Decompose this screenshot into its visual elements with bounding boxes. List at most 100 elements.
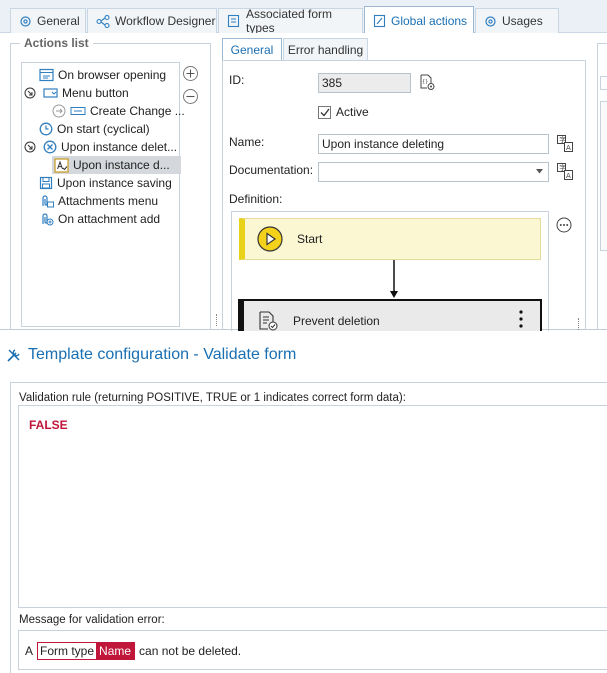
properties-field-edge: [600, 76, 607, 90]
properties-list-edge: [600, 101, 607, 251]
tree-item-attachments-menu[interactable]: Attachments menu: [39, 192, 158, 210]
tree-item-upon-instance-saving[interactable]: Upon instance saving: [39, 174, 172, 192]
connector-arrow: [390, 260, 398, 300]
tree-item-label: Upon instance saving: [57, 176, 172, 190]
gear-icon: [19, 15, 32, 28]
save-icon: [39, 176, 53, 190]
actions-tree: On browser opening Menu button Create Ch…: [21, 62, 185, 327]
tree-item-label: Attachments menu: [58, 194, 159, 208]
start-node-label: Start: [297, 232, 323, 246]
validate-form-icon: [54, 157, 69, 173]
tree-item-label: Upon instance d...: [73, 158, 170, 172]
tools-icon: [6, 347, 22, 363]
plus-icon: [186, 69, 195, 78]
validation-rule-label: Validation rule (returning POSITIVE, TRU…: [19, 392, 406, 404]
action-general-form: ID: 385 {} Active Name: Upon instance de…: [222, 60, 586, 331]
template-config-title: Template configuration - Validate form: [28, 346, 297, 363]
translate-name-icon[interactable]: 字A: [557, 135, 573, 152]
translate-documentation-icon[interactable]: 字A: [557, 163, 573, 180]
delete-circle-icon: [43, 140, 57, 154]
message-prefix: A: [25, 644, 34, 658]
arrow-circle-icon: [52, 104, 66, 118]
tab-workflow-designer-label: Workflow Designer: [115, 14, 216, 28]
tab-error-handling[interactable]: Error handling: [283, 38, 368, 60]
id-value: 385: [322, 76, 343, 90]
documentation-field[interactable]: [318, 162, 549, 182]
name-label: Name:: [229, 135, 265, 149]
start-node[interactable]: Start: [239, 218, 541, 260]
definition-canvas[interactable]: Start Prevent deletion: [231, 211, 549, 331]
tab-details-general[interactable]: General: [222, 38, 282, 60]
more-options-icon[interactable]: [556, 217, 572, 233]
tab-global-actions[interactable]: Global actions: [364, 6, 474, 34]
menu-button-icon: [43, 87, 58, 99]
tab-usages[interactable]: Usages: [475, 8, 559, 33]
validation-message-label: Message for validation error:: [19, 614, 165, 626]
tab-associated-form-types[interactable]: Associated form types: [218, 7, 363, 35]
panel-splitter-grip[interactable]: [216, 314, 218, 326]
name-field[interactable]: Upon instance deleting: [318, 134, 549, 154]
tree-item-label: On start (cyclical): [57, 122, 150, 136]
validation-rule-value: FALSE: [29, 418, 68, 432]
tree-item-label: On attachment add: [58, 212, 161, 226]
form-icon: [227, 14, 241, 28]
properties-panel-edge: [597, 43, 607, 330]
tree-item-label: Upon instance delet...: [61, 140, 178, 154]
remove-action-button[interactable]: [183, 89, 198, 104]
tab-associated-form-types-label: Associated form types: [246, 7, 333, 35]
active-checkbox-row[interactable]: Active: [318, 105, 369, 119]
document-check-icon: [257, 310, 279, 331]
tree-item-on-browser-opening[interactable]: On browser opening: [39, 66, 166, 84]
minus-icon: [186, 92, 195, 101]
validation-message-editor[interactable]: A Form type Name can not be deleted.: [18, 630, 607, 670]
tree-item-on-attachment-add[interactable]: On attachment add: [39, 210, 160, 228]
definition-label: Definition:: [229, 192, 283, 206]
tab-details-general-label: General: [230, 42, 274, 57]
tree-item-upon-instance-d-selected[interactable]: Upon instance d...: [52, 156, 181, 174]
tree-item-label: Menu button: [62, 86, 129, 100]
tab-error-handling-label: Error handling: [287, 42, 364, 57]
tab-usages-label: Usages: [502, 14, 543, 28]
template-config-title-row: Template configuration - Validate form: [6, 346, 296, 364]
panel-splitter-grip[interactable]: [578, 318, 580, 330]
expand-toggle-icon[interactable]: [24, 87, 36, 99]
svg-text:A: A: [566, 144, 571, 152]
play-icon: [257, 226, 283, 252]
id-settings-icon[interactable]: {}: [419, 74, 435, 91]
message-suffix: can not be deleted.: [139, 644, 242, 658]
id-label: ID:: [229, 73, 245, 87]
validation-rule-editor[interactable]: FALSE: [18, 405, 607, 608]
gear-icon: [484, 15, 497, 28]
tree-item-upon-instance-deleting[interactable]: Upon instance delet...: [24, 138, 177, 156]
tab-workflow-designer[interactable]: Workflow Designer: [87, 8, 217, 33]
tree-item-create-change[interactable]: Create Change ...: [52, 102, 185, 120]
token-name: Name: [96, 643, 135, 659]
prevent-deletion-node[interactable]: Prevent deletion: [238, 299, 542, 331]
name-value: Upon instance deleting: [322, 137, 445, 151]
tab-global-actions-label: Global actions: [391, 13, 468, 28]
tab-general[interactable]: General: [10, 8, 86, 33]
token-form-type: Form type: [38, 643, 97, 659]
clock-icon: [39, 122, 53, 136]
global-actions-workspace: Actions list On browser opening Menu but…: [0, 33, 607, 331]
action-details-panel: General Error handling ID: 385 {} Active…: [222, 38, 586, 331]
dropdown-arrow-icon[interactable]: [536, 169, 543, 174]
attachment-add-icon: [39, 212, 54, 226]
node-menu-icon[interactable]: [519, 310, 523, 328]
svg-text:A: A: [566, 172, 571, 180]
svg-text:{}: {}: [422, 79, 428, 85]
tree-item-menu-button[interactable]: Menu button: [24, 84, 129, 102]
top-tab-bar: General Workflow Designer Associated for…: [0, 0, 607, 35]
expand-toggle-icon[interactable]: [24, 141, 36, 153]
validation-message-content: A Form type Name can not be deleted.: [25, 642, 241, 660]
id-field: 385: [318, 73, 411, 93]
tree-item-on-start-cyclical[interactable]: On start (cyclical): [39, 120, 150, 138]
add-action-button[interactable]: [183, 66, 198, 81]
active-label: Active: [336, 105, 369, 119]
form-name-token[interactable]: Form type Name: [37, 642, 136, 660]
tree-item-label: Create Change ...: [90, 104, 185, 118]
active-checkbox[interactable]: [318, 105, 331, 119]
actions-list-title: Actions list: [20, 36, 93, 50]
documentation-label: Documentation:: [229, 163, 314, 177]
browser-icon: [39, 68, 54, 82]
